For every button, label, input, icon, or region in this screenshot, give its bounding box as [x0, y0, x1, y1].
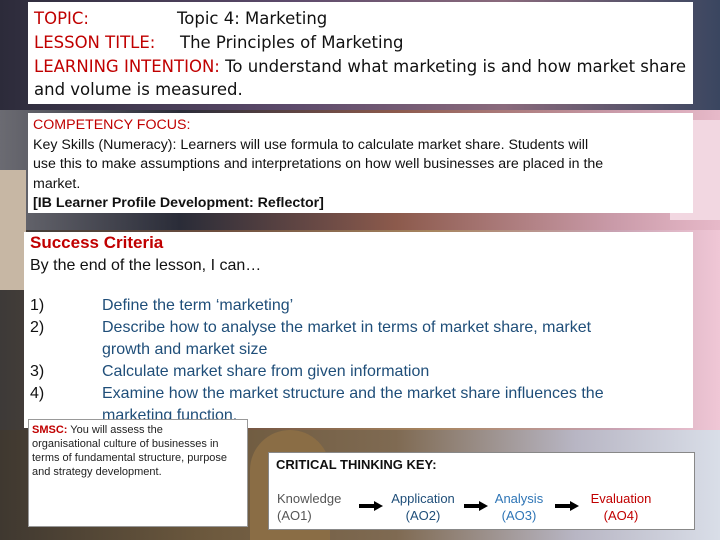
topic-value: Topic 4: Marketing: [177, 9, 328, 28]
stage-code: (AO4): [603, 508, 639, 523]
criterion-text: Calculate market share from given inform…: [102, 363, 430, 380]
lesson-title-label: LESSON TITLE:: [34, 33, 156, 52]
criterion-number: 3): [30, 363, 45, 380]
competency-panel: COMPETENCY FOCUS: Key Skills (Numeracy):…: [28, 113, 693, 213]
lesson-title-value: The Principles of Marketing: [180, 33, 404, 52]
stage-name: Knowledge: [277, 491, 342, 506]
arrow-right-icon: [359, 501, 383, 511]
stage-code: (AO1): [277, 508, 312, 523]
ib-learner-profile: [IB Learner Profile Development: Reflect…: [33, 195, 324, 211]
learning-intention-text: To understand what marketing is and how …: [219, 57, 687, 76]
key-skills-text: Learners will use formula to calculate m…: [176, 136, 589, 153]
smsc-text: You will assess the: [67, 424, 163, 436]
success-criteria-intro: By the end of the lesson, I can…: [30, 257, 262, 274]
stage-name: Application: [391, 491, 455, 506]
smsc-text-cont: and strategy development.: [32, 466, 162, 478]
key-skills-text-end: market.: [33, 175, 81, 192]
success-criteria-panel: Success Criteria By the end of the lesso…: [24, 232, 693, 428]
criterion-number: 4): [30, 385, 45, 402]
criterion-number: 1): [30, 297, 45, 314]
stage-analysis: Analysis (AO3): [489, 490, 549, 524]
stage-name: Analysis: [494, 491, 544, 506]
learning-intention-label: LEARNING INTENTION:: [34, 57, 220, 76]
key-skills-text-cont: use this to make assumptions and interpr…: [33, 156, 604, 172]
topic-label: TOPIC:: [34, 9, 89, 28]
key-skills-label: Key Skills (Numeracy):: [33, 136, 177, 153]
smsc-text-cont: terms of fundamental structure, purpose: [32, 452, 228, 464]
criterion-text: Define the term ‘marketing’: [102, 297, 294, 314]
stage-application: Application (AO2): [387, 490, 459, 524]
learning-intention-text-cont: and volume is measured.: [34, 80, 243, 99]
critical-thinking-title: CRITICAL THINKING KEY:: [276, 457, 437, 472]
stage-code: (AO2): [405, 508, 441, 523]
stage-evaluation: Evaluation (AO4): [581, 490, 661, 524]
criterion-text-cont: growth and market size: [102, 341, 268, 358]
arrow-right-icon: [464, 501, 488, 511]
arrow-right-icon: [555, 501, 579, 511]
critical-thinking-key: CRITICAL THINKING KEY: Knowledge (AO1) A…: [268, 452, 695, 530]
stage-knowledge: Knowledge (AO1): [277, 490, 341, 524]
smsc-text-cont: organisational culture of businesses in: [32, 438, 219, 450]
lesson-header-panel: TOPIC: Topic 4: Marketing LESSON TITLE: …: [28, 2, 693, 104]
criterion-text: Describe how to analyse the market in te…: [102, 319, 592, 336]
competency-heading: COMPETENCY FOCUS:: [33, 117, 191, 133]
stage-name: Evaluation: [590, 491, 652, 506]
smsc-box: SMSC: You will assess the organisational…: [28, 419, 248, 527]
criterion-number: 2): [30, 319, 45, 336]
smsc-label: SMSC:: [32, 424, 68, 436]
stage-code: (AO3): [501, 508, 537, 523]
criterion-text: Examine how the market structure and the…: [102, 385, 604, 402]
success-criteria-title: Success Criteria: [30, 233, 164, 252]
